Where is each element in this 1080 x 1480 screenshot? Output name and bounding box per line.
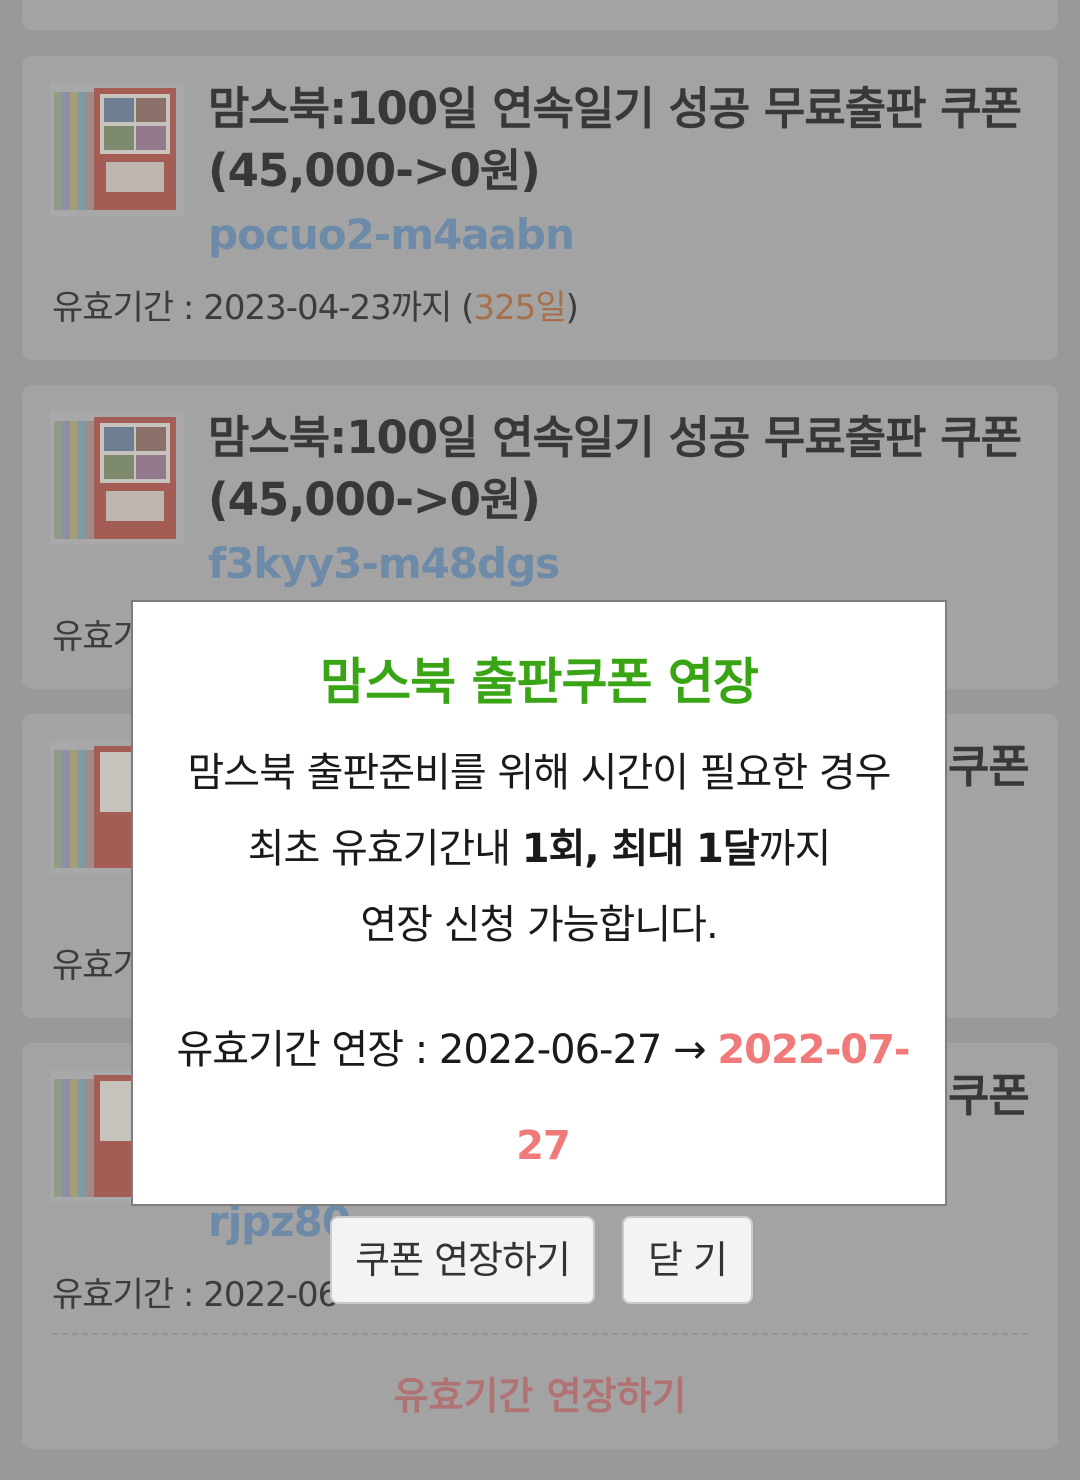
- coupon-validity: 유효기: [52, 617, 144, 657]
- coupon-card-partial-top: [22, 0, 1058, 30]
- dialog-line-2: 최초 유효기간내 1회, 최대 1달까지: [247, 826, 832, 872]
- new-expiry-date: 2022-07-: [717, 1027, 910, 1073]
- extend-validity-link[interactable]: 유효기간 연장하기: [22, 1365, 1058, 1420]
- new-expiry-date-cont: 27: [516, 1123, 571, 1169]
- extend-coupon-dialog: 맘스북 출판쿠폰 연장 맘스북 출판준비를 위해 시간이 필요한 경우 최초 유…: [131, 600, 947, 1206]
- dialog-line-3: 연장 신청 가능합니다.: [360, 902, 718, 948]
- coupon-validity: 유효기간 : 2022-06: [52, 1275, 339, 1315]
- extension-dates: 유효기간 연장 : 2022-06-27 → 2022-07- 27: [176, 1027, 910, 1169]
- days-left: 325일: [473, 288, 566, 328]
- extend-coupon-button[interactable]: 쿠폰 연장하기: [330, 1216, 595, 1304]
- coupon-validity: 유효기간 : 2023-04-23까지 (325일): [52, 288, 579, 328]
- book-thumbnail-image: [50, 411, 184, 545]
- coupon-card[interactable]: 맘스북:100일 연속일기 성공 무료출판 쿠폰 (45,000->0원) po…: [22, 56, 1058, 360]
- coupon-code: f3kyy3-m48dgs: [208, 539, 560, 588]
- card-divider: [52, 1333, 1028, 1335]
- coupon-validity: 유효기: [52, 946, 144, 986]
- dialog-line-1: 맘스북 출판준비를 위해 시간이 필요한 경우: [187, 750, 892, 796]
- dialog-title: 맘스북 출판쿠폰 연장: [320, 653, 759, 711]
- coupon-title: 맘스북:100일 연속일기 성공 무료출판 쿠폰 (45,000->0원): [208, 411, 1022, 526]
- book-thumbnail-image: [50, 82, 184, 216]
- coupon-title: 쿠폰: [948, 1069, 1030, 1122]
- coupon-code: pocuo2-m4aabn: [208, 210, 575, 259]
- coupon-title: 쿠폰: [948, 740, 1030, 793]
- coupon-title: 맘스북:100일 연속일기 성공 무료출판 쿠폰 (45,000->0원): [208, 82, 1022, 197]
- close-button[interactable]: 닫 기: [622, 1216, 753, 1304]
